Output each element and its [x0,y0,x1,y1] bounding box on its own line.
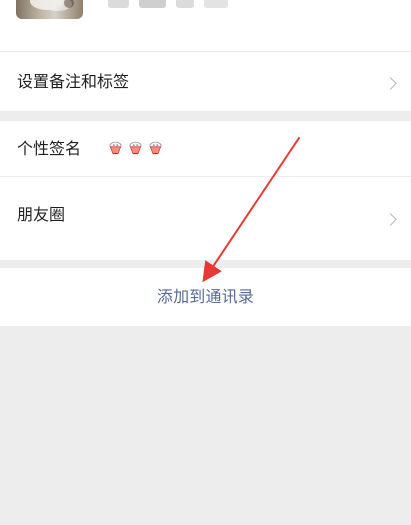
personal-signature-label: 个性签名 [17,139,82,158]
signature-emoji-group [107,140,164,157]
obscured-profile-name [108,0,228,8]
set-remark-and-tags-label: 设置备注和标签 [17,72,130,91]
profile-header [0,0,411,52]
chevron-right-icon [384,77,397,90]
chevron-right-icon [384,213,397,226]
bowl-emoji-icon [129,141,142,155]
avatar[interactable] [16,0,83,19]
moments-label: 朋友圈 [17,205,66,224]
add-contact-section: 添加到通讯录 [0,268,411,326]
bowl-emoji-icon [109,141,122,155]
personal-signature-row: 个性签名 [0,121,411,177]
bowl-emoji-icon [149,141,162,155]
blurred-text-segment [108,0,130,8]
blurred-text-segment [176,0,194,8]
blurred-text-segment [203,0,228,8]
profile-info-section: 个性签名 朋友圈 [0,121,411,260]
remark-section: 设置备注和标签 [0,52,411,111]
set-remark-and-tags-row[interactable]: 设置备注和标签 [0,52,411,111]
moments-row[interactable]: 朋友圈 [0,177,411,260]
blurred-text-segment [139,0,167,8]
add-to-contacts-button[interactable]: 添加到通讯录 [0,268,411,326]
